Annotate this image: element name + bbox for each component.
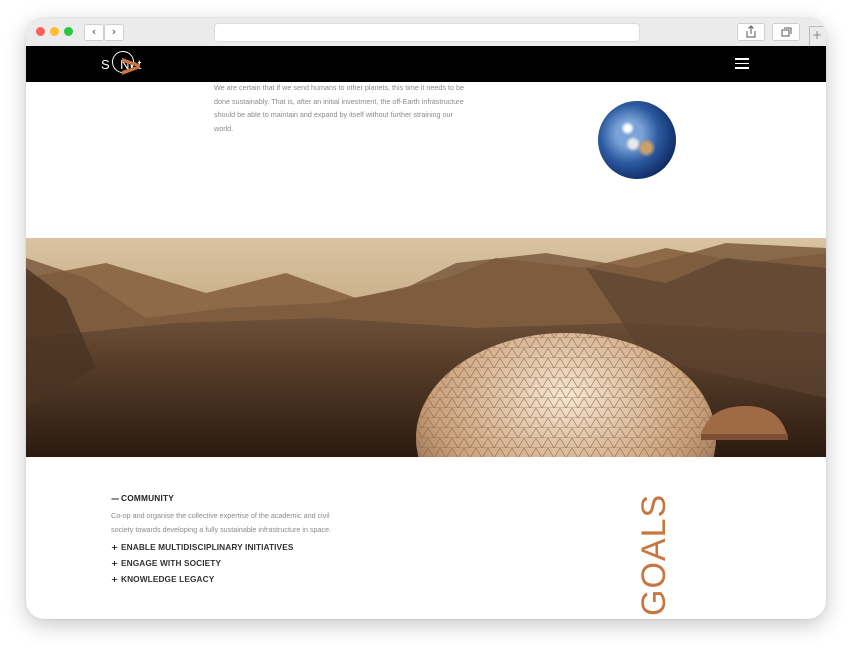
- goal-title: COMMUNITY: [121, 493, 174, 503]
- goal-title: ENABLE MULTIDISCIPLINARY INITIATIVES: [121, 542, 294, 552]
- goal-title: ENGAGE WITH SOCIETY: [121, 558, 222, 568]
- browser-window: ‹ › + S Net V We are certain that if we s…: [26, 18, 826, 619]
- new-tab-button[interactable]: +: [809, 26, 824, 47]
- hamburger-menu-icon[interactable]: [735, 58, 749, 69]
- browser-toolbar: ‹ › +: [26, 18, 826, 47]
- plus-icon: +: [111, 542, 119, 552]
- tabs-icon: [781, 27, 792, 37]
- mars-habitat-banner: [26, 238, 826, 457]
- earth-image: [598, 101, 676, 179]
- address-bar[interactable]: [214, 23, 640, 42]
- plus-icon: +: [111, 558, 119, 568]
- share-button[interactable]: [737, 23, 765, 41]
- vision-text: We are certain that if we send humans to…: [214, 83, 464, 133]
- minimize-window-button[interactable]: [50, 27, 59, 36]
- goal-title: KNOWLEDGE LEGACY: [121, 574, 215, 584]
- goals-heading: GOALS: [635, 493, 673, 616]
- forward-button[interactable]: ›: [104, 24, 124, 41]
- chevron-left-icon: ‹: [91, 25, 97, 38]
- chevron-right-icon: ›: [111, 25, 117, 38]
- vision-heading: V: [116, 57, 146, 75]
- plus-icon: +: [812, 28, 823, 42]
- back-button[interactable]: ‹: [84, 24, 104, 41]
- share-icon: [746, 25, 756, 38]
- show-tabs-button[interactable]: [772, 23, 800, 41]
- zoom-window-button[interactable]: [64, 27, 73, 36]
- goal-item-society[interactable]: + ENGAGE WITH SOCIETY: [111, 558, 361, 568]
- close-window-button[interactable]: [36, 27, 45, 36]
- plus-icon: +: [111, 574, 119, 584]
- minus-icon: —: [111, 493, 120, 503]
- goal-item-knowledge[interactable]: + KNOWLEDGE LEGACY: [111, 574, 361, 584]
- goal-item-community[interactable]: — COMMUNITY Co-op and organise the collec…: [111, 493, 361, 536]
- goal-description: Co-op and organise the collective expert…: [111, 511, 332, 534]
- goals-accordion: — COMMUNITY Co-op and organise the collec…: [111, 493, 361, 584]
- goal-item-multidisciplinary[interactable]: + ENABLE MULTIDISCIPLINARY INITIATIVES: [111, 542, 361, 552]
